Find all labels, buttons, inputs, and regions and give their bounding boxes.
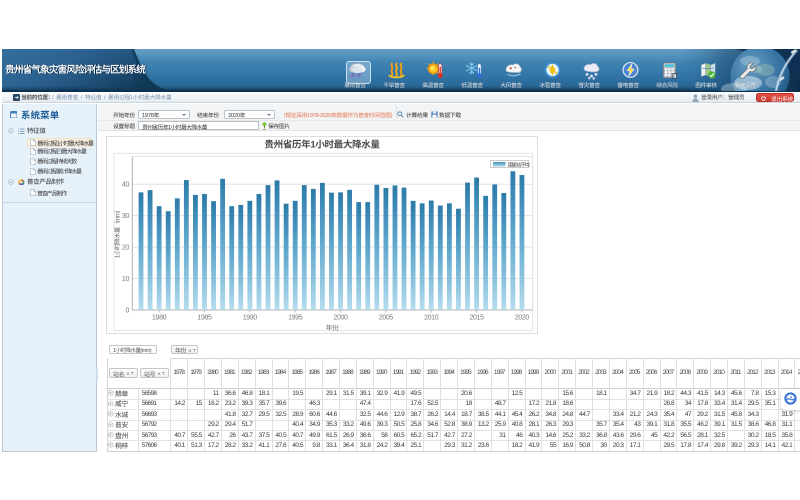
svg-text:1990: 1990	[243, 315, 258, 322]
svg-text:40: 40	[122, 182, 130, 189]
svg-text:/: /	[80, 95, 82, 101]
svg-text:1: 1	[168, 125, 171, 131]
svg-text:1: 1	[114, 254, 121, 258]
svg-text:0: 0	[126, 307, 130, 314]
svg-text:2015: 2015	[470, 315, 485, 322]
svg-text:2020: 2020	[515, 315, 530, 322]
svg-text:/: /	[103, 95, 105, 101]
svg-text:m: m	[114, 212, 121, 217]
svg-text:2005: 2005	[379, 315, 394, 322]
svg-text:0: 0	[328, 113, 331, 119]
svg-text:10: 10	[122, 276, 130, 283]
svg-text:1985: 1985	[197, 315, 212, 322]
svg-text:2010: 2010	[424, 315, 439, 322]
svg-text:/: /	[52, 95, 54, 101]
svg-text:1: 1	[130, 95, 133, 101]
svg-text:2000: 2000	[333, 315, 348, 322]
svg-text:1995: 1995	[288, 315, 303, 322]
svg-text:0: 0	[236, 114, 239, 120]
svg-text:1: 1	[310, 140, 316, 151]
svg-text:8: 8	[150, 114, 153, 120]
svg-text:1980: 1980	[152, 315, 167, 322]
